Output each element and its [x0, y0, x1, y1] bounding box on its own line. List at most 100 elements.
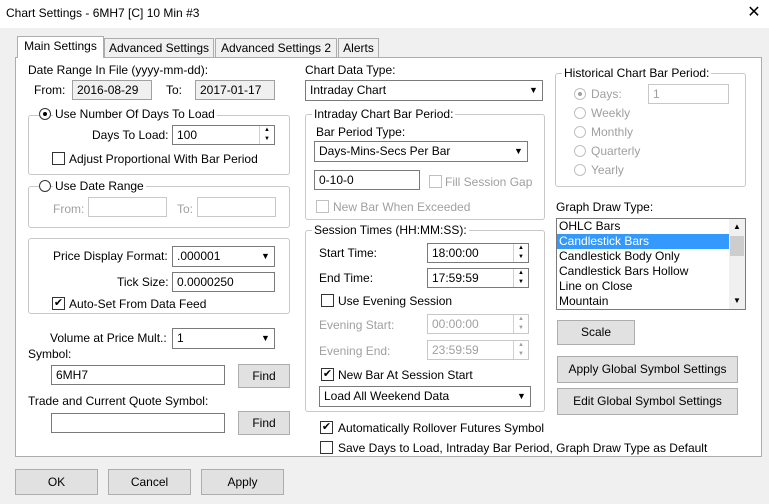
- use-date-range-radio[interactable]: [39, 180, 51, 192]
- trade-symbol-find-button[interactable]: Find: [238, 411, 290, 435]
- symbol-input[interactable]: 6MH7: [51, 365, 225, 385]
- volume-mult-label: Volume at Price Mult.:: [50, 331, 167, 345]
- list-item[interactable]: Candlestick Bars: [557, 234, 731, 249]
- range-from-label: From:: [53, 202, 85, 216]
- list-item[interactable]: Candlestick Body Only: [557, 249, 731, 264]
- graph-draw-type-label: Graph Draw Type:: [556, 200, 654, 214]
- bar-period-input[interactable]: 0-10-0: [314, 170, 420, 190]
- window-title: Chart Settings - 6MH7 [C] 10 Min #3: [6, 6, 200, 20]
- evening-end-spinner: ▲ ▼: [513, 341, 528, 359]
- trade-symbol-label: Trade and Current Quote Symbol:: [28, 394, 209, 408]
- hist-monthly-label: Monthly: [591, 125, 634, 139]
- spin-up-icon[interactable]: ▲: [514, 244, 528, 253]
- new-bar-exceeded-checkbox: [316, 200, 329, 213]
- list-item[interactable]: OHLC Bars: [557, 219, 731, 234]
- list-item[interactable]: Mountain: [557, 294, 731, 309]
- range-to-label: To:: [177, 202, 194, 216]
- start-time-input[interactable]: 18:00:00 ▲ ▼: [427, 243, 529, 263]
- chevron-down-icon: ▼: [261, 251, 270, 261]
- apply-button[interactable]: Apply: [201, 469, 284, 495]
- start-time-value: 18:00:00: [432, 246, 479, 260]
- new-bar-session-start-checkbox[interactable]: ✔: [321, 368, 334, 381]
- hist-weekly-radio: [574, 107, 586, 119]
- hist-weekly-label: Weekly: [591, 106, 631, 120]
- chart-data-type-label: Chart Data Type:: [305, 63, 396, 77]
- price-format-label: Price Display Format:: [53, 249, 168, 263]
- bar-period-type-label: Bar Period Type:: [316, 125, 406, 139]
- scroll-thumb[interactable]: [730, 236, 744, 256]
- spin-down-icon: ▼: [518, 351, 524, 357]
- bar-period-type-value: Days-Mins-Secs Per Bar: [319, 144, 451, 158]
- spin-down-icon: ▼: [518, 325, 524, 331]
- list-scrollbar[interactable]: ▲ ▼: [729, 219, 745, 309]
- volume-mult-value: 1: [177, 331, 184, 345]
- tab-main-settings[interactable]: Main Settings: [17, 36, 104, 58]
- session-group-title: Session Times (HH:MM:SS):: [312, 223, 469, 237]
- graph-draw-type-list[interactable]: OHLC Bars Candlestick Bars Candlestick B…: [556, 218, 746, 310]
- from-label: From:: [34, 83, 66, 97]
- hist-days-label: Days:: [591, 87, 622, 101]
- price-format-value: .000001: [177, 249, 221, 263]
- scale-button[interactable]: Scale: [557, 320, 635, 345]
- symbol-find-button[interactable]: Find: [238, 364, 290, 388]
- spin-up-icon[interactable]: ▲: [514, 269, 528, 278]
- chart-data-type-select[interactable]: Intraday Chart ▼: [305, 80, 543, 101]
- scroll-down-icon[interactable]: ▼: [729, 293, 745, 309]
- adjust-proportional-checkbox[interactable]: [52, 152, 65, 165]
- chevron-down-icon: ▼: [517, 391, 526, 401]
- save-default-checkbox[interactable]: [320, 441, 333, 454]
- evening-session-checkbox[interactable]: [321, 294, 334, 307]
- cancel-button[interactable]: Cancel: [108, 469, 191, 495]
- edit-global-symbol-settings-button[interactable]: Edit Global Symbol Settings: [557, 388, 738, 415]
- tick-size-input[interactable]: 0.0000250: [172, 272, 275, 292]
- new-bar-exceeded-label: New Bar When Exceeded: [333, 200, 471, 214]
- days-to-load-input[interactable]: 100 ▲ ▼: [172, 125, 275, 145]
- date-range-label: Date Range In File (yyyy-mm-dd):: [28, 63, 209, 77]
- days-spinner[interactable]: ▲ ▼: [259, 126, 274, 144]
- end-time-value: 17:59:59: [432, 271, 479, 285]
- evening-end-label: Evening End:: [319, 344, 391, 358]
- list-item[interactable]: Line on Close: [557, 279, 731, 294]
- autoset-checkbox[interactable]: ✔: [52, 297, 65, 310]
- tab-advanced-settings-2[interactable]: Advanced Settings 2: [215, 38, 337, 58]
- hist-yearly-label: Yearly: [591, 163, 624, 177]
- adjust-proportional-label: Adjust Proportional With Bar Period: [69, 152, 258, 166]
- use-days-radio[interactable]: [39, 108, 51, 120]
- apply-global-symbol-settings-button[interactable]: Apply Global Symbol Settings: [557, 356, 738, 383]
- ok-button[interactable]: OK: [15, 469, 98, 495]
- spin-up-icon: ▲: [518, 342, 524, 348]
- fill-session-gap-checkbox: [429, 175, 442, 188]
- evening-start-input: 00:00:00 ▲ ▼: [427, 314, 529, 334]
- spin-down-icon[interactable]: ▼: [260, 135, 274, 144]
- evening-session-label: Use Evening Session: [338, 294, 453, 308]
- tab-alerts[interactable]: Alerts: [338, 38, 379, 58]
- hist-days-input: 1: [648, 84, 729, 104]
- spin-up-icon[interactable]: ▲: [260, 126, 274, 135]
- weekend-data-select[interactable]: Load All Weekend Data ▼: [319, 386, 531, 407]
- chevron-down-icon: ▼: [514, 146, 523, 156]
- price-format-select[interactable]: .000001 ▼: [172, 246, 275, 267]
- volume-mult-select[interactable]: 1 ▼: [172, 328, 275, 349]
- evening-end-value: 23:59:59: [432, 343, 479, 357]
- symbol-label: Symbol:: [28, 347, 72, 361]
- end-time-spinner[interactable]: ▲ ▼: [513, 269, 528, 287]
- hist-yearly-radio: [574, 164, 586, 176]
- autoset-label: Auto-Set From Data Feed: [69, 297, 207, 311]
- use-date-range-label: Use Date Range: [53, 179, 146, 193]
- close-icon[interactable]: ✕: [742, 2, 766, 24]
- spin-down-icon[interactable]: ▼: [514, 278, 528, 287]
- list-item[interactable]: Candlestick Bars Hollow: [557, 264, 731, 279]
- scroll-up-icon[interactable]: ▲: [729, 219, 745, 235]
- end-time-input[interactable]: 17:59:59 ▲ ▼: [427, 268, 529, 288]
- tab-advanced-settings[interactable]: Advanced Settings: [104, 38, 214, 58]
- use-days-label: Use Number Of Days To Load: [53, 107, 217, 121]
- chevron-down-icon: ▼: [529, 85, 538, 95]
- file-from-date: 2016-08-29: [72, 80, 152, 100]
- rollover-checkbox[interactable]: ✔: [320, 421, 333, 434]
- days-to-load-value: 100: [177, 128, 198, 142]
- range-from-input: [88, 197, 167, 217]
- start-time-spinner[interactable]: ▲ ▼: [513, 244, 528, 262]
- spin-down-icon[interactable]: ▼: [514, 253, 528, 262]
- bar-period-type-select[interactable]: Days-Mins-Secs Per Bar ▼: [314, 141, 528, 162]
- trade-symbol-input[interactable]: [51, 413, 225, 433]
